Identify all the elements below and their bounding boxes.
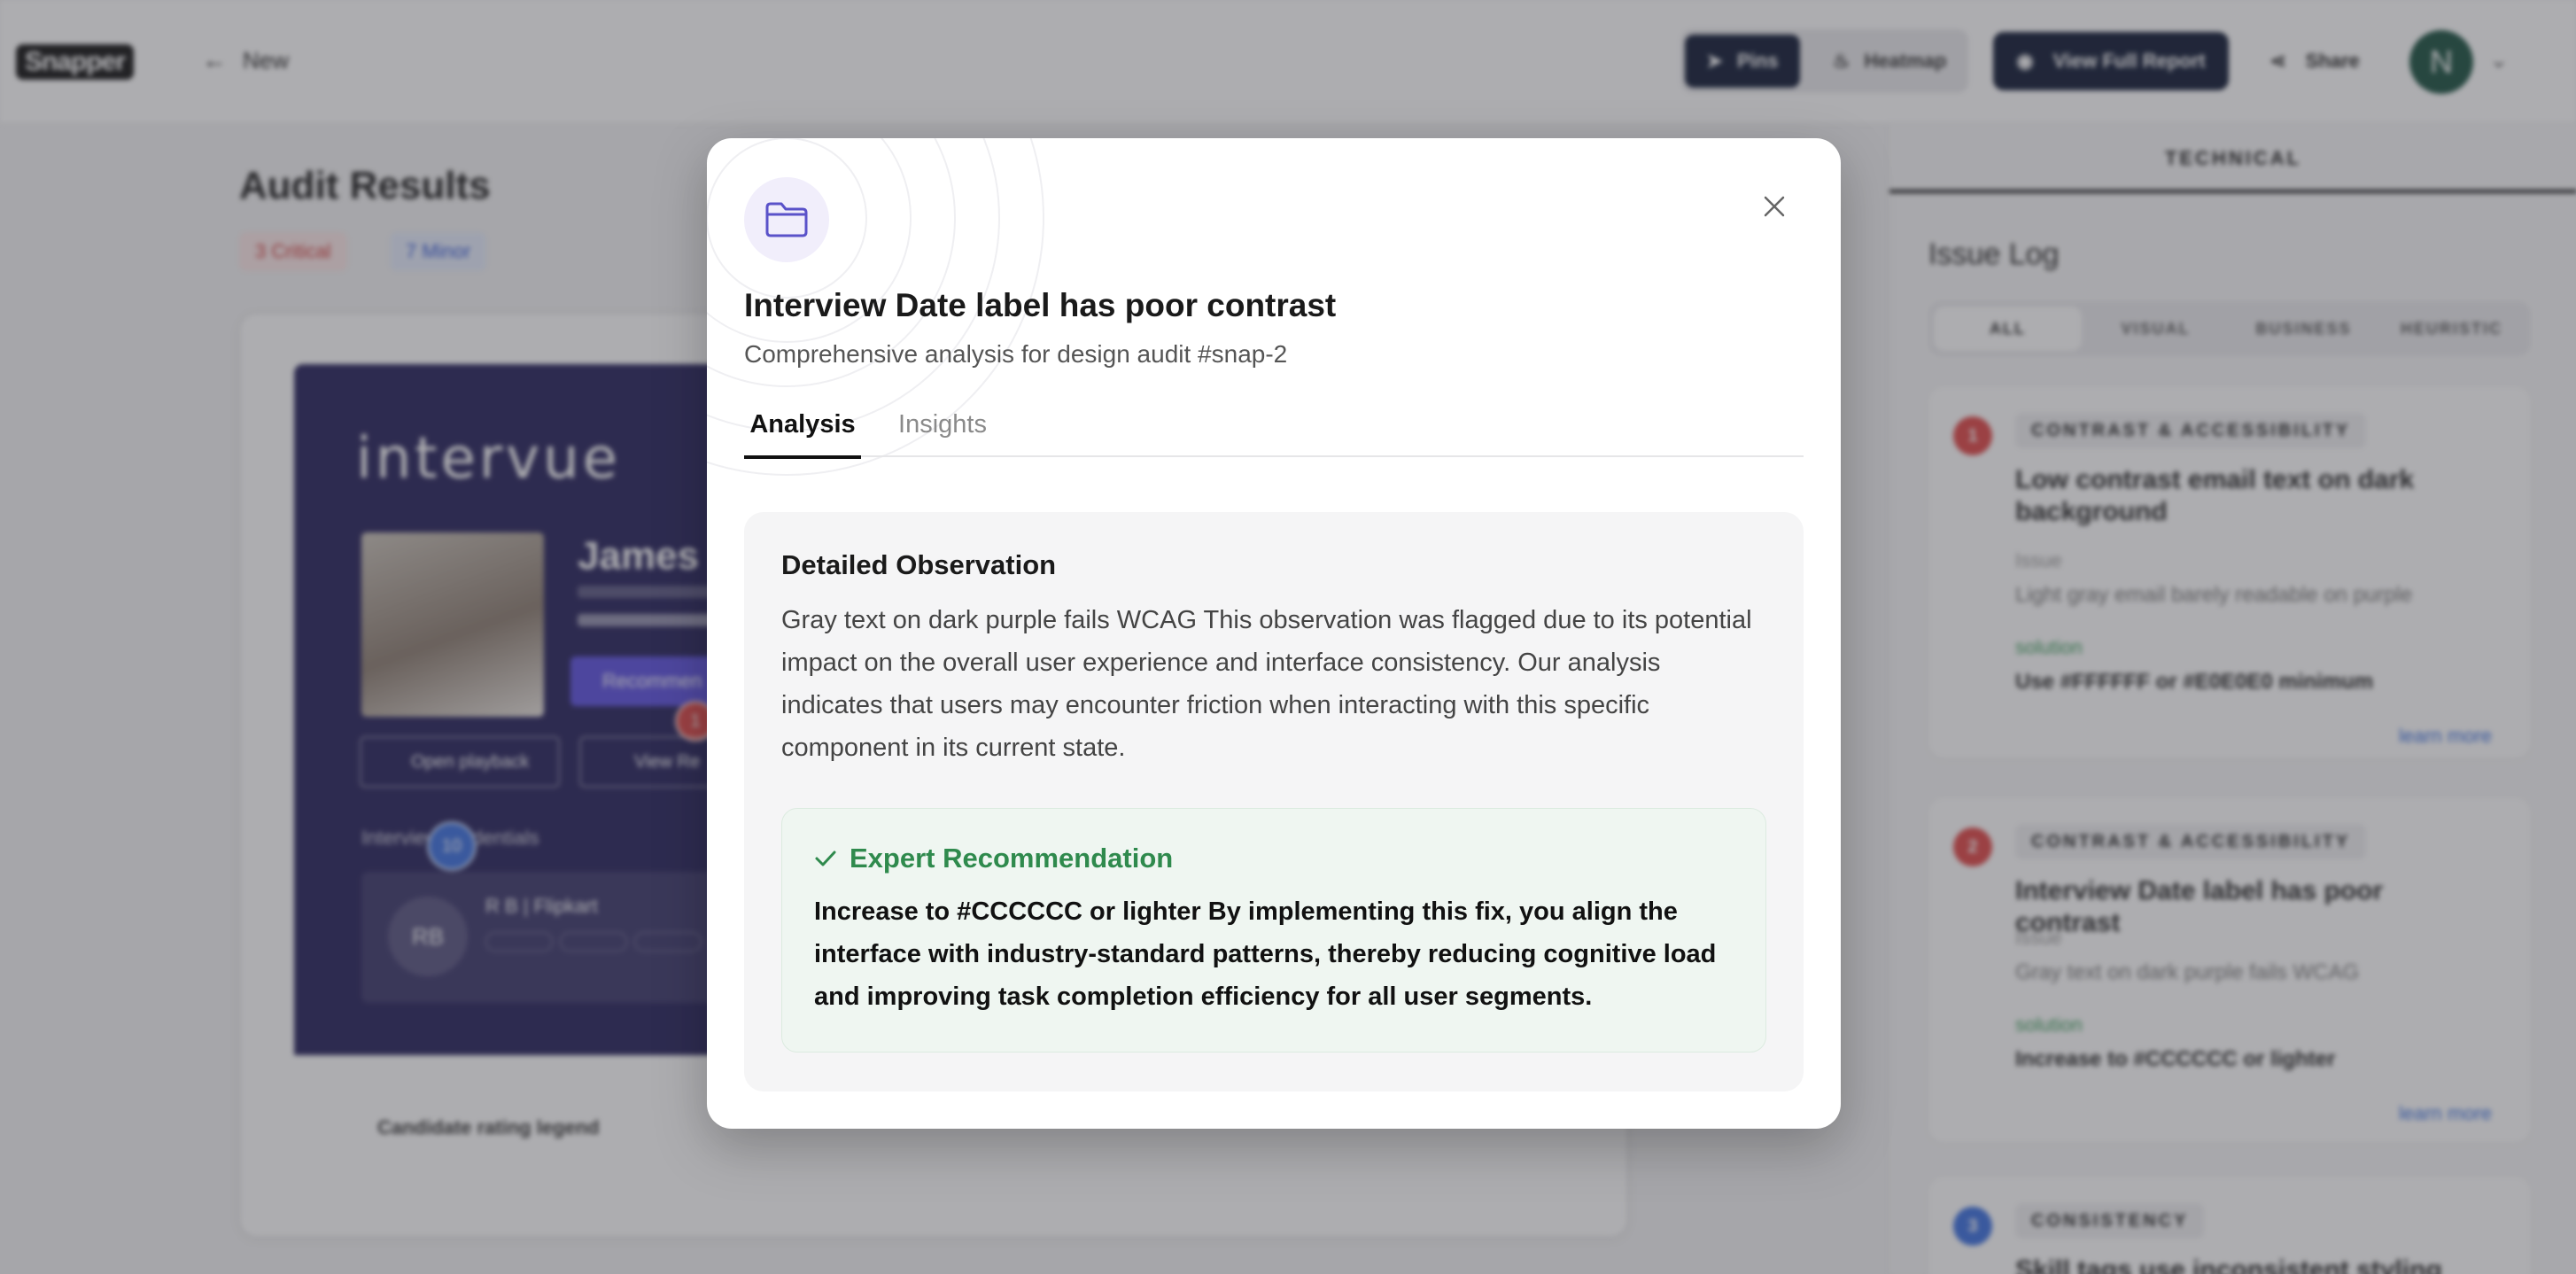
close-icon[interactable] (1752, 184, 1796, 229)
modal-subtitle: Comprehensive analysis for design audit … (744, 340, 1288, 368)
recommendation-box: Expert Recommendation Increase to #CCCCC… (781, 808, 1766, 1053)
analysis-panel: Detailed Observation Gray text on dark p… (744, 512, 1804, 1091)
tab-analysis[interactable]: Analysis (744, 404, 861, 459)
modal-title: Interview Date label has poor contrast (744, 287, 1337, 323)
recommendation-text: Increase to #CCCCCC or lighter By implem… (814, 897, 1717, 1011)
observation-heading: Detailed Observation (781, 549, 1057, 580)
check-icon (815, 851, 836, 866)
observation-text: Gray text on dark purple fails WCAG This… (781, 606, 1752, 762)
issue-detail-modal: Interview Date label has poor contrast C… (707, 138, 1841, 1129)
modal-tabs: Analysis Insights (744, 404, 1804, 459)
recommendation-header: Expert Recommendation (814, 843, 1173, 874)
folder-icon (744, 177, 829, 262)
recommendation-heading: Expert Recommendation (850, 843, 1174, 874)
tab-insights[interactable]: Insights (889, 404, 996, 457)
